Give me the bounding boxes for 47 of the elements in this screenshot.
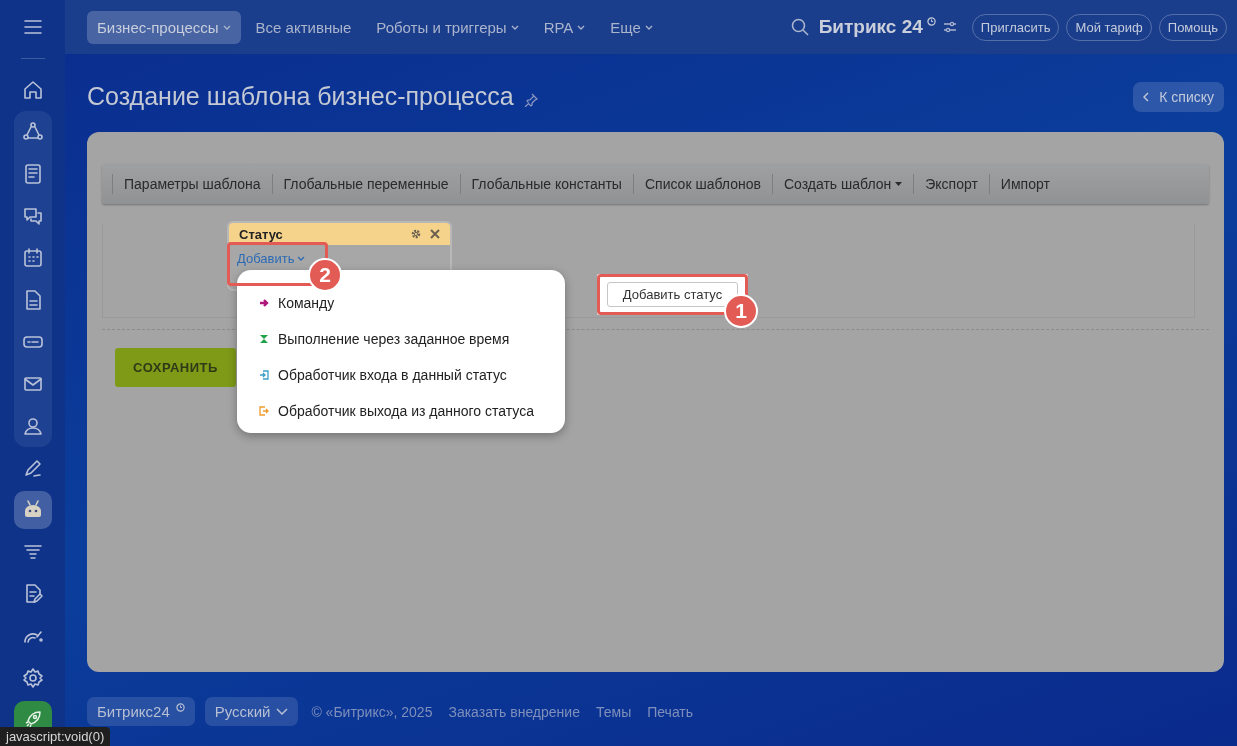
toolbar-button[interactable]: Глобальные константы: [459, 174, 633, 194]
language-select[interactable]: Русский: [204, 697, 299, 726]
clock-icon: [926, 17, 936, 26]
toolbar-button[interactable]: Импорт: [988, 174, 1061, 194]
chat-icon: [21, 205, 44, 227]
footer-link[interactable]: Темы: [592, 703, 635, 720]
share-icon: [21, 121, 44, 143]
calendar-icon: [21, 247, 44, 269]
menu-item[interactable]: Выполнение через заданное время: [237, 320, 565, 357]
arrow-icon: [259, 297, 269, 308]
toolbar-button[interactable]: Экспорт: [913, 174, 989, 194]
enter-icon: [259, 369, 269, 380]
toolbar-button[interactable]: Список шаблонов: [632, 174, 772, 194]
clock-icon: [175, 703, 185, 712]
hourglass-icon: [259, 333, 269, 344]
toolbar-button[interactable]: Параметры шаблона: [112, 174, 272, 194]
sidebar-button[interactable]: [13, 491, 52, 529]
nav-tab[interactable]: Еще: [600, 10, 663, 44]
save-button[interactable]: СОХРАНИТЬ: [115, 348, 236, 387]
chevron-left-icon: [1143, 91, 1150, 102]
menu-item[interactable]: Обработчик входа в данный статус: [237, 356, 565, 393]
nav-tab[interactable]: RPA: [533, 10, 596, 44]
chevron-icon: [276, 708, 289, 715]
nav-tab[interactable]: Бизнес-процессы: [87, 10, 241, 44]
footer-link[interactable]: Печать: [644, 703, 697, 720]
toolbar-button[interactable]: Глобальные переменные: [271, 174, 460, 194]
nav-tab[interactable]: Роботы и триггеры: [366, 10, 529, 44]
toolbar-button[interactable]: Создать шаблон: [771, 174, 914, 194]
people-icon: [21, 415, 44, 437]
step-marker: 1: [724, 294, 758, 328]
home-icon: [21, 79, 44, 101]
search-icon[interactable]: [790, 18, 809, 36]
chevron-icon: [297, 256, 306, 261]
page-title: Создание шаблона бизнес-процесса: [87, 82, 514, 111]
pin-icon[interactable]: [523, 92, 538, 107]
brand-logo: Битрикс 24: [818, 16, 923, 38]
footer-link[interactable]: Заказать внедрение: [445, 703, 583, 720]
copyright-text: © «Битрикс», 2025: [311, 703, 433, 720]
exit-icon: [259, 405, 269, 416]
brand-button[interactable]: Битрикс24: [87, 697, 195, 726]
menu-item[interactable]: Обработчик выхода из данного статуса: [237, 392, 565, 429]
link-url-tooltip: javascript:void(0): [0, 727, 111, 746]
close-icon[interactable]: [430, 229, 440, 239]
back-button[interactable]: К списку: [1133, 81, 1224, 112]
status-title: Статус: [239, 226, 284, 242]
nav-tab[interactable]: Все активные: [245, 10, 362, 44]
sliders-icon[interactable]: [942, 20, 957, 34]
